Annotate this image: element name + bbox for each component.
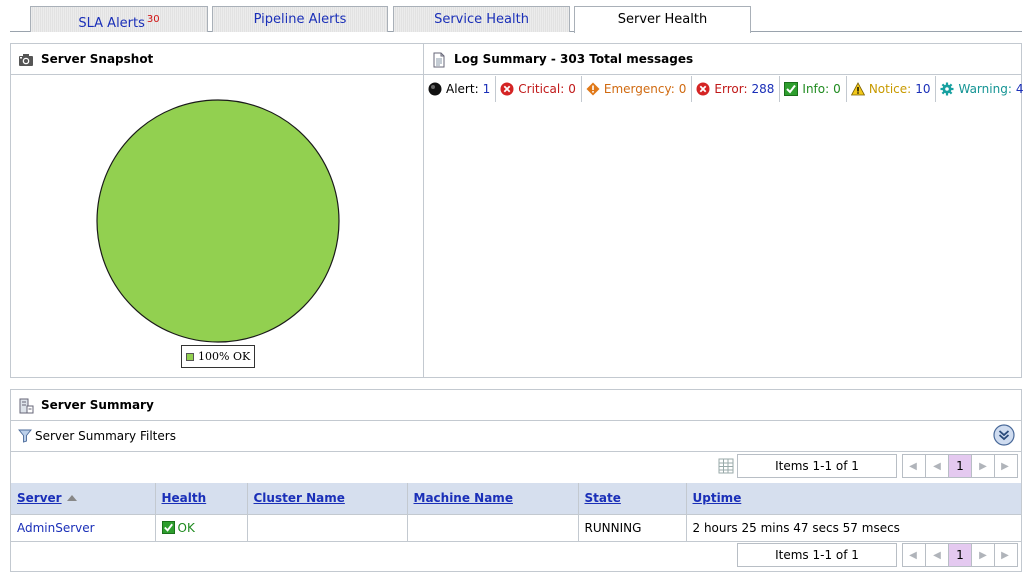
log-item-count: 0 xyxy=(678,82,687,96)
column-label: Cluster Name xyxy=(253,491,345,506)
machine-cell xyxy=(406,514,579,542)
server-name-link[interactable]: AdminServer xyxy=(11,514,156,542)
health-status: OK xyxy=(177,520,195,535)
column-header-server[interactable]: Server xyxy=(11,483,156,515)
tab-bar: SLA Alerts 30 Pipeline Alerts Service Hea… xyxy=(10,6,1022,33)
column-label: Health xyxy=(161,491,207,506)
log-item-count: 0 xyxy=(568,82,576,96)
server-summary-table: Server Health Cluster Name Machine Name … xyxy=(11,483,1021,542)
column-label: State xyxy=(584,491,621,506)
column-header-cluster-name[interactable]: Cluster Name xyxy=(246,483,408,515)
column-header-uptime[interactable]: Uptime xyxy=(685,483,1021,515)
log-item-count: 1 xyxy=(482,82,491,96)
pager-top: Items 1-1 of 1 ◀ ◀ 1 ▶ ▶ xyxy=(737,454,1018,478)
last-page-button[interactable]: ▶ xyxy=(994,543,1018,567)
items-count: Items 1-1 of 1 xyxy=(737,543,897,567)
panel-title: Server Snapshot xyxy=(41,52,154,66)
page-number-button[interactable]: 1 xyxy=(948,543,972,567)
log-item-error[interactable]: Error: 288 xyxy=(692,76,781,102)
column-header-state[interactable]: State xyxy=(577,483,687,515)
log-item-count: 0 xyxy=(833,82,841,96)
legend-swatch xyxy=(186,353,194,361)
first-page-button[interactable]: ◀ xyxy=(902,454,926,478)
panel-title: Log Summary - 303 Total messages xyxy=(454,52,694,66)
server-snapshot-panel: Server Snapshot 100% OK xyxy=(10,43,424,378)
page-number-button[interactable]: 1 xyxy=(948,454,972,478)
table-row: AdminServer OK RUNNING 2 hours 25 mins 4… xyxy=(11,514,1021,542)
log-item-critical[interactable]: Critical: 0 xyxy=(496,76,582,102)
server-name[interactable]: AdminServer xyxy=(17,521,95,535)
log-item-count: 4 xyxy=(1015,82,1024,96)
green-check-icon xyxy=(784,82,799,96)
log-item-warning[interactable]: Warning: 4 xyxy=(936,76,1026,102)
column-header-health[interactable]: Health xyxy=(154,483,248,515)
first-page-button[interactable]: ◀ xyxy=(902,543,926,567)
log-item-info[interactable]: Info: 0 xyxy=(780,76,847,102)
legend-label: 100% OK xyxy=(198,350,251,363)
pie-slice-0 xyxy=(96,99,340,343)
server-icon xyxy=(19,398,34,414)
log-item-label: Warning: xyxy=(958,82,1012,96)
health-cell: OK xyxy=(154,514,248,542)
document-icon xyxy=(433,52,445,68)
server-summary-panel: Server Summary Server Summary Filters It… xyxy=(10,389,1022,572)
tab-label: Pipeline Alerts xyxy=(253,12,347,27)
column-label: Uptime xyxy=(692,491,742,506)
panel-header: Server Summary xyxy=(11,390,1021,421)
filters-toggle[interactable]: Server Summary Filters xyxy=(11,421,1021,452)
tab-pipeline-alerts[interactable]: Pipeline Alerts xyxy=(212,6,388,32)
alert-count-badge: 30 xyxy=(146,14,160,25)
tab-label: SLA Alerts xyxy=(78,16,145,31)
expand-chevrons-icon[interactable] xyxy=(993,424,1015,446)
tab-label: Service Health xyxy=(434,12,529,27)
log-item-count: 288 xyxy=(751,82,775,96)
tab-label: Server Health xyxy=(617,12,708,27)
filter-icon xyxy=(18,429,32,443)
log-summary-panel: Log Summary - 303 Total messages Alert: 1… xyxy=(423,43,1024,378)
orange-diamond-icon xyxy=(586,82,600,96)
log-item-emergency[interactable]: Emergency: 0 xyxy=(582,76,693,102)
tab-server-health[interactable]: Server Health xyxy=(574,6,751,33)
log-item-count: 10 xyxy=(915,82,931,96)
teal-gear-icon xyxy=(940,82,954,96)
log-item-label: Critical: xyxy=(518,82,565,96)
camera-icon xyxy=(19,54,33,66)
items-count: Items 1-1 of 1 xyxy=(737,454,897,478)
sort-ascending-icon xyxy=(66,495,77,502)
panel-title: Server Summary xyxy=(41,398,154,412)
log-severity-bar: Alert: 1 Critical: 0 Emergency: 0 Error: 288… xyxy=(424,76,1026,102)
last-page-button[interactable]: ▶ xyxy=(994,454,1018,478)
column-label: Server xyxy=(17,491,62,506)
table-settings-icon[interactable] xyxy=(718,458,734,474)
column-label: Machine Name xyxy=(413,491,513,506)
health-pie-chart xyxy=(96,99,340,343)
log-item-label: Notice: xyxy=(868,82,912,96)
panel-header: Log Summary - 303 Total messages xyxy=(424,44,1021,75)
log-item-label: Alert: xyxy=(446,82,479,96)
tab-sla-alerts[interactable]: SLA Alerts 30 xyxy=(30,6,208,32)
pie-legend: 100% OK xyxy=(181,345,256,368)
tab-service-health[interactable]: Service Health xyxy=(393,6,570,32)
prev-page-button[interactable]: ◀ xyxy=(925,454,949,478)
next-page-button[interactable]: ▶ xyxy=(971,543,995,567)
red-x-circle-icon xyxy=(696,82,710,96)
log-item-notice[interactable]: Notice: 10 xyxy=(847,76,937,102)
uptime-cell: 2 hours 25 mins 47 secs 57 msecs xyxy=(685,514,1021,542)
filters-label: Server Summary Filters xyxy=(35,429,176,443)
state-cell: RUNNING xyxy=(577,514,687,542)
green-check-icon xyxy=(161,520,175,534)
pager-bottom: Items 1-1 of 1 ◀ ◀ 1 ▶ ▶ xyxy=(737,543,1018,567)
next-page-button[interactable]: ▶ xyxy=(971,454,995,478)
warning-triangle-icon xyxy=(850,82,865,96)
red-x-circle-icon xyxy=(500,82,514,96)
log-item-alert[interactable]: Alert: 1 xyxy=(424,76,497,102)
cluster-cell xyxy=(246,514,408,542)
log-item-label: Info: xyxy=(802,82,830,96)
black-circle-icon xyxy=(428,82,442,96)
prev-page-button[interactable]: ◀ xyxy=(925,543,949,567)
column-header-machine-name[interactable]: Machine Name xyxy=(406,483,579,515)
panel-header: Server Snapshot xyxy=(11,44,423,75)
log-item-label: Error: xyxy=(714,82,748,96)
log-item-label: Emergency: xyxy=(603,82,675,96)
